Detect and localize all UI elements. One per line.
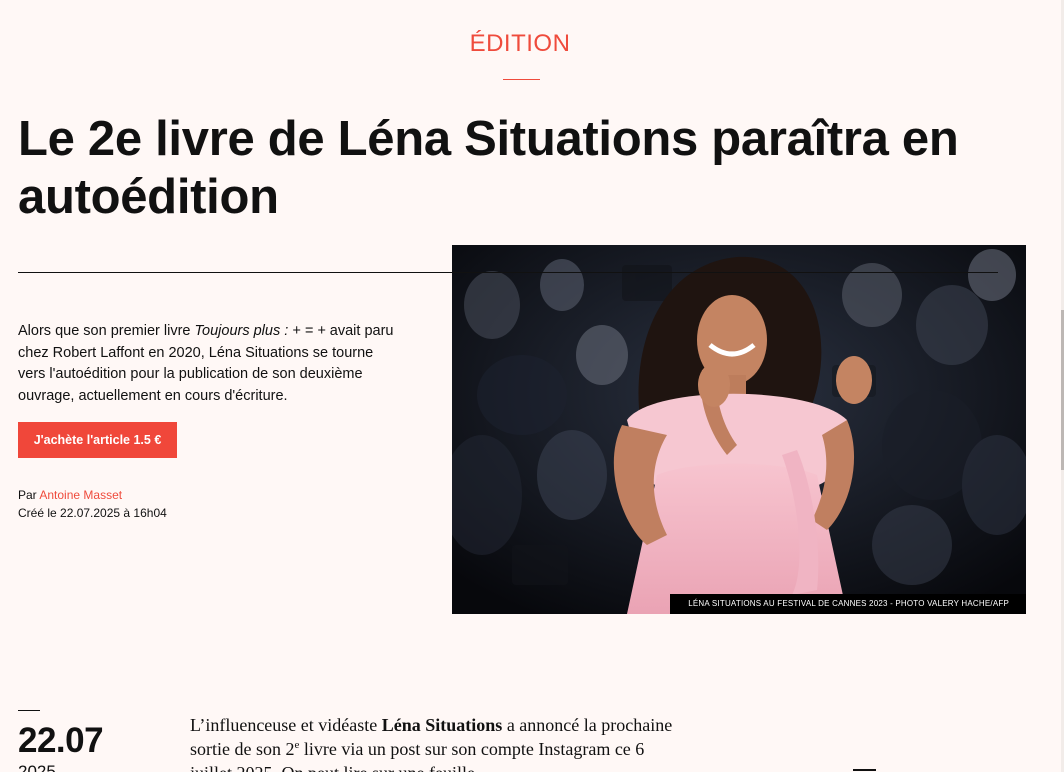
buy-article-button[interactable]: J'achète l'article 1.5 € xyxy=(18,422,177,458)
header-divider xyxy=(18,272,998,273)
byline: Par Antoine Masset Créé le 22.07.2025 à … xyxy=(18,486,167,522)
lede-book-title: Toujours plus : + = + xyxy=(194,323,326,339)
author-link[interactable]: Antoine Masset xyxy=(39,488,122,502)
photo-illustration xyxy=(452,245,1026,614)
byline-prefix: Par xyxy=(18,488,40,502)
lede-intro: Alors que son premier livre xyxy=(18,323,195,339)
article-title: Le 2e livre de Léna Situations paraîtra … xyxy=(18,112,959,224)
publication-year: 2025 xyxy=(18,762,56,772)
body-text-start: L’influenceuse et vidéaste xyxy=(190,715,382,735)
article-page: ÉDITION Le 2e livre de Léna Situations p… xyxy=(0,0,1064,772)
side-divider xyxy=(853,769,876,771)
article-photo: LÉNA SITUATIONS AU FESTIVAL DE CANNES 20… xyxy=(452,245,1026,614)
section-label[interactable]: ÉDITION xyxy=(0,30,1040,58)
body-highlight-name: Léna Situations xyxy=(381,715,503,735)
publication-day-month: 22.07 xyxy=(18,721,104,760)
photo-caption: LÉNA SITUATIONS AU FESTIVAL DE CANNES 20… xyxy=(670,594,1026,614)
author-line: Par Antoine Masset xyxy=(18,486,167,504)
article-lede: Alors que son premier livre Toujours plu… xyxy=(18,321,403,407)
created-date: Créé le 22.07.2025 à 16h04 xyxy=(18,506,167,520)
date-divider xyxy=(18,710,40,711)
section-divider xyxy=(503,79,540,80)
article-body-paragraph: L’influenceuse et vidéaste Léna Situatio… xyxy=(190,713,690,772)
